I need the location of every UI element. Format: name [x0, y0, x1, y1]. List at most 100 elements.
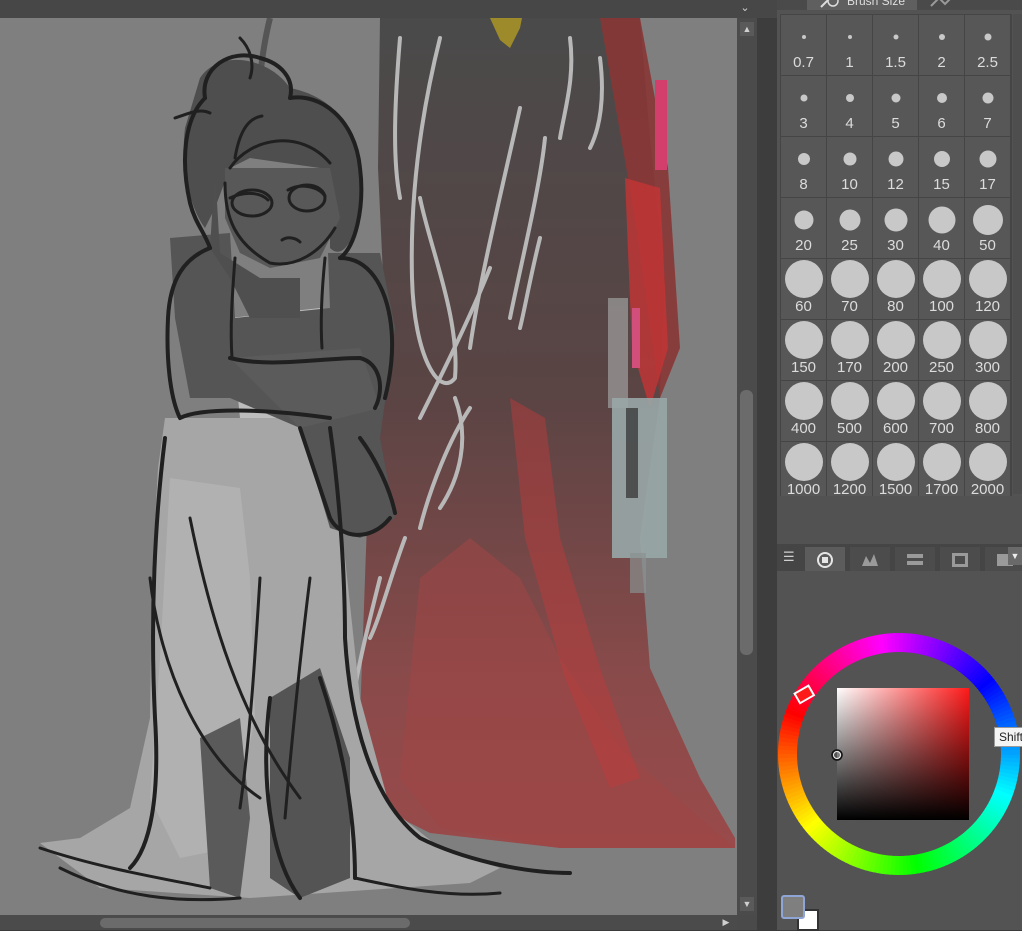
brush-size-label: 2: [937, 54, 946, 71]
brush-size-label: 40: [933, 237, 950, 254]
brush-size-option[interactable]: 30: [873, 198, 918, 258]
chevron-down-icon[interactable]: ▼: [1008, 547, 1022, 565]
chevron-down-icon[interactable]: ⌄: [735, 0, 755, 18]
brush-size-option[interactable]: 6: [919, 76, 964, 136]
brush-size-option[interactable]: 5: [873, 76, 918, 136]
brush-size-preview: [928, 206, 955, 234]
brush-size-preview: [893, 34, 898, 40]
color-set-icon[interactable]: [895, 547, 935, 571]
color-circle-icon[interactable]: [805, 547, 845, 571]
brush-size-preview: [800, 94, 807, 102]
brush-size-option[interactable]: 80: [873, 259, 918, 319]
scroll-up-arrow-icon[interactable]: ▲: [740, 22, 754, 36]
brush-size-option[interactable]: 15: [919, 137, 964, 197]
brush-size-option[interactable]: 1: [827, 15, 872, 75]
brush-size-option[interactable]: 400: [781, 381, 826, 441]
brush-size-option[interactable]: 12: [873, 137, 918, 197]
brush-size-option[interactable]: 2: [919, 15, 964, 75]
scroll-down-arrow-icon[interactable]: ▼: [740, 897, 754, 911]
brush-size-preview: [979, 150, 996, 168]
brush-size-label: 15: [933, 176, 950, 193]
brush-size-option[interactable]: 800: [965, 381, 1010, 441]
horizontal-scroll-thumb[interactable]: [100, 918, 410, 928]
brush-size-option[interactable]: 250: [919, 320, 964, 380]
brush-size-option[interactable]: 10: [827, 137, 872, 197]
tab-brush-size[interactable]: Brush Size: [807, 0, 917, 10]
brush-size-label: 20: [795, 237, 812, 254]
intermediate-color-icon[interactable]: [940, 547, 980, 571]
menu-icon[interactable]: ☰: [783, 550, 797, 564]
brush-size-option[interactable]: 1000: [781, 442, 826, 502]
brush-size-preview: [968, 321, 1007, 359]
brush-size-label: 30: [887, 237, 904, 254]
brush-size-option[interactable]: 2.5: [965, 15, 1010, 75]
brush-size-option[interactable]: 70: [827, 259, 872, 319]
brush-size-option[interactable]: 700: [919, 381, 964, 441]
brush-size-label: 170: [836, 359, 863, 376]
color-slider-icon[interactable]: [850, 547, 890, 571]
brush-size-option[interactable]: 0.7: [781, 15, 826, 75]
brush-size-option[interactable]: 150: [781, 320, 826, 380]
brush-size-label: 10: [841, 176, 858, 193]
brush-grid-edge: [1013, 14, 1022, 494]
foreground-color-swatch[interactable]: [781, 895, 805, 919]
brush-size-preview: [891, 93, 900, 103]
brush-size-option[interactable]: 7: [965, 76, 1010, 136]
brush-size-preview: [922, 382, 961, 420]
brush-size-label: 25: [841, 237, 858, 254]
brush-size-preview: [794, 210, 813, 230]
brush-size-option[interactable]: 60: [781, 259, 826, 319]
brush-size-label: 800: [974, 420, 1001, 437]
brush-size-option[interactable]: 40: [919, 198, 964, 258]
horizontal-scrollbar[interactable]: ▶: [0, 915, 737, 930]
brush-size-label: 50: [979, 237, 996, 254]
hue-ring-segment[interactable]: [1000, 749, 1020, 755]
brush-size-option[interactable]: 25: [827, 198, 872, 258]
brush-size-preview: [922, 260, 961, 298]
brush-size-preview: [843, 152, 856, 166]
secondary-tab-icon[interactable]: [927, 0, 957, 8]
brush-size-tab-label: Brush Size: [847, 0, 906, 8]
canvas-top-bar: ⌄: [0, 0, 777, 18]
brush-size-preview: [968, 443, 1007, 481]
brush-size-option[interactable]: 300: [965, 320, 1010, 380]
brush-size-preview: [968, 382, 1007, 420]
brush-size-option[interactable]: 1.5: [873, 15, 918, 75]
brush-size-option[interactable]: 17: [965, 137, 1010, 197]
brush-size-preview: [876, 382, 915, 420]
brush-size-option[interactable]: 1200: [827, 442, 872, 502]
brush-size-option[interactable]: 4: [827, 76, 872, 136]
brush-size-option[interactable]: 20: [781, 198, 826, 258]
brush-size-option[interactable]: 120: [965, 259, 1010, 319]
drawing-canvas[interactable]: [0, 18, 737, 915]
vertical-scroll-thumb[interactable]: [740, 390, 753, 655]
brush-size-option[interactable]: 1500: [873, 442, 918, 502]
brush-size-preview: [922, 321, 961, 359]
brush-size-preview: [797, 153, 810, 165]
brush-size-option[interactable]: 100: [919, 259, 964, 319]
brush-size-label: 7: [983, 115, 992, 132]
brush-size-option[interactable]: 8: [781, 137, 826, 197]
color-wheel-panel: Shift: [777, 571, 1022, 931]
brush-size-option[interactable]: 200: [873, 320, 918, 380]
brush-size-option[interactable]: 50: [965, 198, 1010, 258]
color-wheel[interactable]: [777, 571, 1022, 901]
brush-size-label: 1: [845, 54, 854, 71]
brush-size-icon: [820, 0, 839, 8]
brush-size-option[interactable]: 170: [827, 320, 872, 380]
brush-size-preview: [933, 151, 950, 167]
scroll-right-arrow-icon[interactable]: ▶: [719, 916, 733, 929]
brush-size-label: 300: [974, 359, 1001, 376]
brush-size-option[interactable]: 2000: [965, 442, 1010, 502]
brush-size-option[interactable]: 600: [873, 381, 918, 441]
vertical-scrollbar[interactable]: ▲ ▼: [737, 18, 757, 915]
tooltip: Shift: [994, 727, 1022, 747]
brush-size-label: 8: [799, 176, 808, 193]
brush-size-option[interactable]: 3: [781, 76, 826, 136]
brush-size-option[interactable]: 500: [827, 381, 872, 441]
brush-size-preview: [830, 443, 869, 481]
brush-size-label: 1.5: [885, 54, 906, 71]
artwork[interactable]: [0, 18, 737, 915]
brush-size-option[interactable]: 1700: [919, 442, 964, 502]
brush-size-preview: [884, 208, 907, 232]
